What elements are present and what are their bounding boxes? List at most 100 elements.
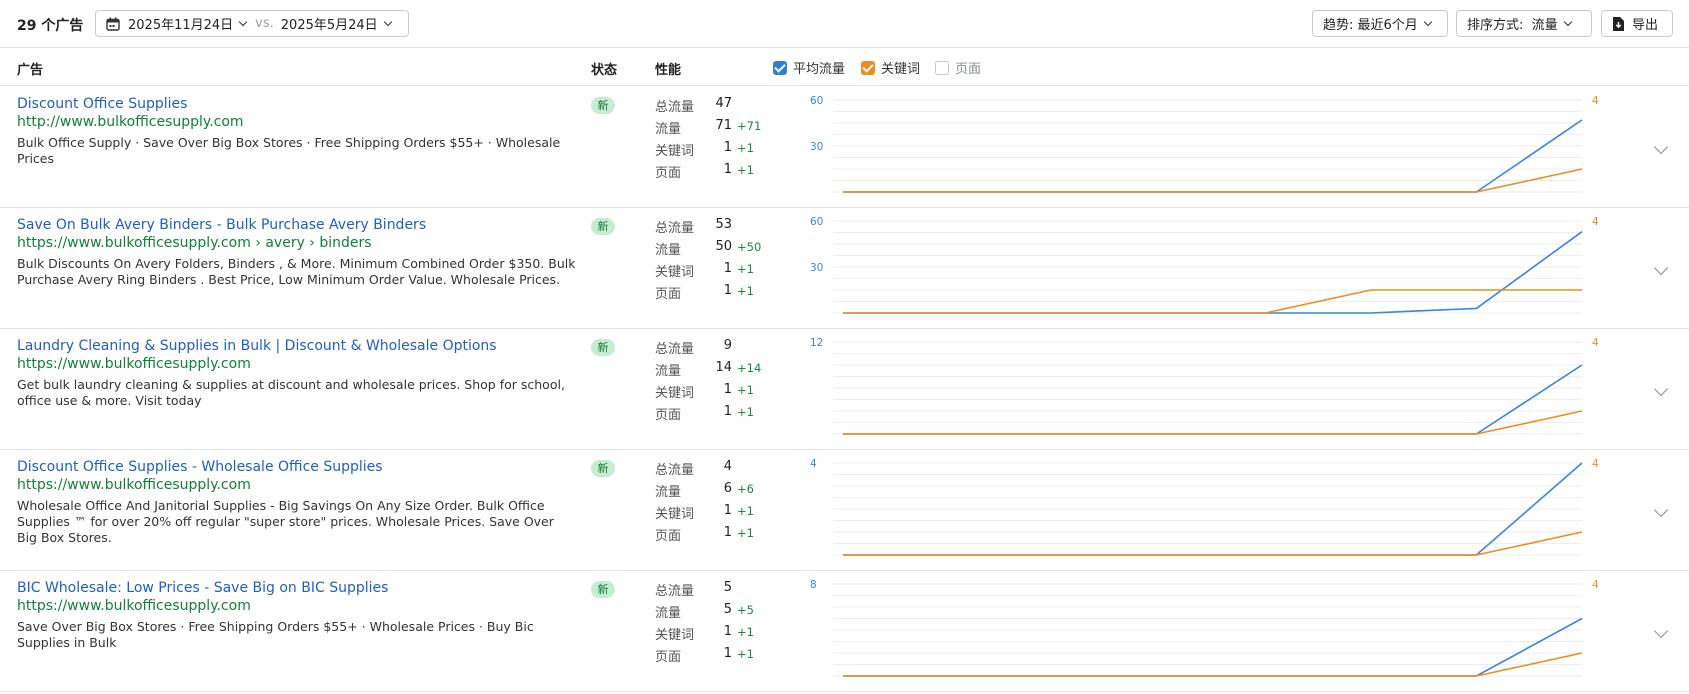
status-badge: 新 <box>591 97 615 114</box>
metric-delta-pages: +1 <box>737 284 754 298</box>
metric-value-total-traffic: 9 <box>723 338 732 353</box>
metric-label-pages: 页面 <box>655 529 682 544</box>
ad-url: https://www.bulkofficesupply.com <box>17 356 251 372</box>
metric-value-keywords: 1 <box>723 503 732 518</box>
date-current: 2025年11月24日 <box>128 18 234 33</box>
trend-chart: 44 <box>810 458 1599 556</box>
y-right-tick-label: 4 <box>1592 337 1599 349</box>
ad-url: https://www.bulkofficesupply.com <box>17 598 251 614</box>
chevron-down-icon[interactable] <box>1653 623 1669 639</box>
metric-value-total-traffic: 53 <box>715 217 732 232</box>
ad-description: Bulk Office Supply · Save Over Big Box S… <box>17 135 561 166</box>
metric-label-keywords: 关键词 <box>655 144 695 159</box>
trend-chart: 60 30 4 <box>810 216 1599 314</box>
table-header: 广告 状态 性能 平均流量 关键词 页面 <box>0 48 1689 86</box>
legend-keywords[interactable]: 关键词 <box>861 58 920 77</box>
y-left-tick-label: 30 <box>810 262 823 274</box>
metric-label-keywords: 关键词 <box>655 386 695 401</box>
metric-label-pages: 页面 <box>655 650 682 665</box>
vs-label: vs. <box>255 16 274 31</box>
toolbar: 29 个广告 2025年11月24日 vs. 2025年5月24日 趋势: 最近… <box>0 0 1689 48</box>
trend-label: 趋势: 最近6个月 <box>1323 18 1418 33</box>
ad-count: 29 个广告 <box>17 18 84 34</box>
status-badge: 新 <box>591 218 615 235</box>
metric-delta-pages: +1 <box>737 405 754 419</box>
export-icon <box>1613 16 1624 31</box>
ad-title-link[interactable]: Save On Bulk Avery Binders - Bulk Purcha… <box>17 217 426 233</box>
chevron-down-icon <box>1423 17 1433 26</box>
metric-delta-traffic: +6 <box>737 482 754 496</box>
metric-value-keywords: 1 <box>723 382 732 397</box>
metric-label-total-traffic: 总流量 <box>655 100 695 115</box>
metric-label-traffic: 流量 <box>655 485 682 500</box>
status-badge: 新 <box>591 581 615 598</box>
date-range-button[interactable]: 2025年11月24日 vs. 2025年5月24日 <box>95 10 409 37</box>
chevron-down-icon[interactable] <box>1653 139 1669 155</box>
y-left-tick-label: 12 <box>810 337 823 349</box>
table-row: BIC Wholesale: Low Prices - Save Big on … <box>0 571 1689 692</box>
legend-avg-traffic[interactable]: 平均流量 <box>773 58 845 77</box>
y-right-tick-label: 4 <box>1592 216 1599 228</box>
y-left-tick-label: 8 <box>810 579 817 591</box>
metric-value-keywords: 1 <box>723 261 732 276</box>
table-row: Save On Bulk Avery Binders - Bulk Purcha… <box>0 208 1689 329</box>
y-left-tick-label: 30 <box>810 141 823 153</box>
metric-value-traffic: 50 <box>715 239 732 254</box>
metric-value-pages: 1 <box>723 283 732 298</box>
legend-pages[interactable]: 页面 <box>935 58 981 77</box>
calendar-icon <box>106 17 120 31</box>
status-badge: 新 <box>591 339 615 356</box>
trend-chart: 12 4 <box>810 337 1599 435</box>
metric-label-pages: 页面 <box>655 408 682 423</box>
metric-value-traffic: 71 <box>715 118 732 133</box>
legend-avg-traffic-label: 平均流量 <box>793 62 846 77</box>
ad-description: Bulk Discounts On Avery Folders, Binders… <box>17 256 576 287</box>
metric-label-total-traffic: 总流量 <box>655 221 695 236</box>
metric-value-keywords: 1 <box>723 624 732 639</box>
metric-delta-keywords: +1 <box>737 262 754 276</box>
ad-description: Wholesale Office And Janitorial Supplies… <box>17 498 554 545</box>
metric-delta-pages: +1 <box>737 163 754 177</box>
chevron-down-icon <box>383 17 392 26</box>
y-left-tick-label: 4 <box>810 458 817 470</box>
ad-title-link[interactable]: Laundry Cleaning & Supplies in Bulk | Di… <box>17 338 497 354</box>
traffic-series-line <box>843 617 1583 677</box>
chevron-down-icon <box>238 17 248 26</box>
metric-value-total-traffic: 5 <box>723 580 732 595</box>
metric-delta-pages: +1 <box>737 647 754 661</box>
metric-delta-pages: +1 <box>737 526 754 540</box>
trend-dropdown[interactable]: 趋势: 最近6个月 <box>1312 10 1448 37</box>
metric-delta-traffic: +5 <box>737 603 754 617</box>
ad-description: Save Over Big Box Stores · Free Shipping… <box>17 619 534 650</box>
export-label: 导出 <box>1632 18 1659 33</box>
metric-delta-traffic: +50 <box>737 240 762 254</box>
metric-value-pages: 1 <box>723 162 732 177</box>
sort-label: 排序方式: 流量 <box>1467 18 1558 33</box>
ad-title-link[interactable]: BIC Wholesale: Low Prices - Save Big on … <box>17 580 388 596</box>
metric-value-pages: 1 <box>723 525 732 540</box>
status-badge: 新 <box>591 460 615 477</box>
metric-value-traffic: 6 <box>723 481 732 496</box>
ad-title-link[interactable]: Discount Office Supplies - Wholesale Off… <box>17 459 383 475</box>
chevron-down-icon[interactable] <box>1653 502 1669 518</box>
checkbox-checked-icon[interactable] <box>773 60 787 75</box>
checkbox-unchecked-icon[interactable] <box>935 60 949 75</box>
column-status: 状态 <box>591 63 618 78</box>
table-row: Discount Office Supplies http://www.bulko… <box>0 87 1689 208</box>
export-button[interactable]: 导出 <box>1601 10 1673 37</box>
chevron-down-icon <box>1563 17 1572 26</box>
sort-dropdown[interactable]: 排序方式: 流量 <box>1456 10 1592 37</box>
ad-url: http://www.bulkofficesupply.com <box>17 114 244 130</box>
metric-label-total-traffic: 总流量 <box>655 463 695 478</box>
traffic-series-line <box>843 119 1583 193</box>
trend-chart: 84 <box>810 579 1599 677</box>
ad-title-link[interactable]: Discount Office Supplies <box>17 96 187 112</box>
y-right-tick-label: 4 <box>1592 579 1599 591</box>
metric-value-pages: 1 <box>723 404 732 419</box>
chevron-down-icon[interactable] <box>1653 381 1669 397</box>
checkbox-checked-icon[interactable] <box>861 60 875 75</box>
chevron-down-icon[interactable] <box>1653 260 1669 276</box>
trend-chart: 60 30 4 <box>810 95 1599 193</box>
legend-keywords-label: 关键词 <box>881 62 921 77</box>
column-performance: 性能 <box>655 63 682 78</box>
